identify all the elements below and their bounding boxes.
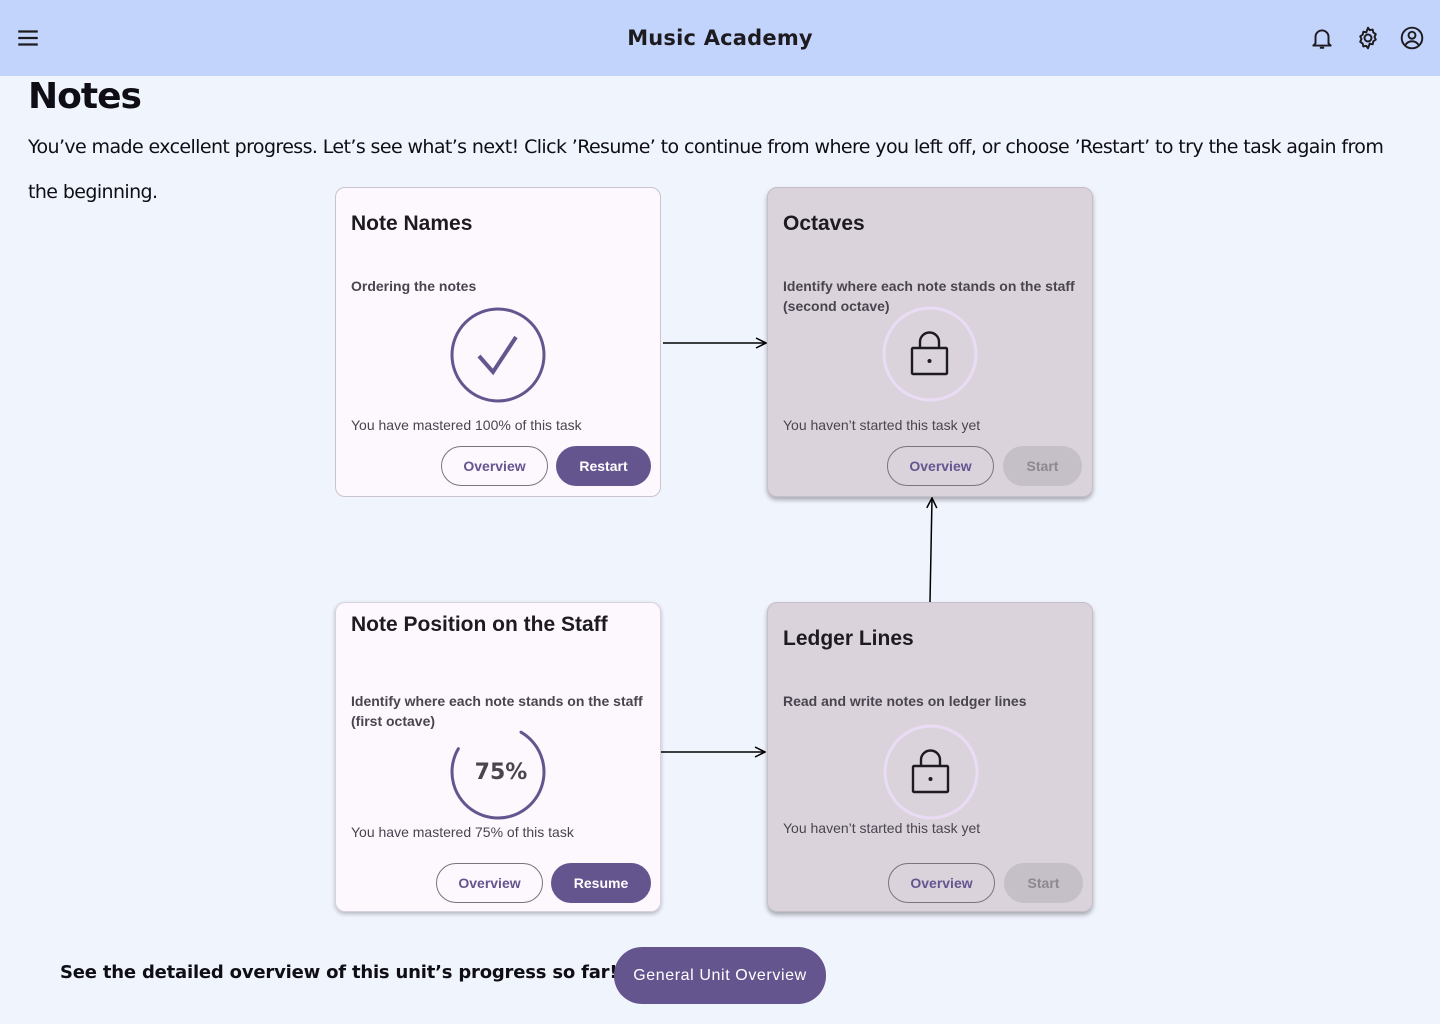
progress-percent: 75%	[474, 759, 528, 785]
menu-icon	[18, 30, 38, 46]
locked-ring	[883, 724, 981, 822]
locked-ring	[882, 306, 980, 404]
card-status: You haven’t started this task yet	[783, 417, 981, 433]
top-app-bar: Music Academy	[0, 0, 1440, 76]
restart-button[interactable]: Restart	[556, 446, 651, 486]
app-title: Music Academy	[627, 26, 813, 50]
card-title: Ledger Lines	[783, 627, 914, 650]
start-button-disabled[interactable]: Start	[1004, 863, 1083, 903]
overview-button[interactable]: Overview	[441, 446, 548, 486]
task-card-octaves: Octaves Identify where each note stands …	[767, 187, 1093, 497]
card-title: Note Position on the Staff	[351, 613, 608, 636]
menu-button[interactable]	[12, 22, 44, 54]
card-title: Octaves	[783, 212, 865, 235]
task-card-note-position: Note Position on the Staff Identify wher…	[335, 602, 661, 912]
resume-button[interactable]: Resume	[551, 863, 651, 903]
lock-icon	[910, 331, 949, 376]
partial-progress-ring: 75%	[449, 723, 547, 821]
completed-progress-ring	[449, 306, 547, 404]
lock-icon	[911, 749, 950, 794]
overview-button[interactable]: Overview	[888, 863, 995, 903]
card-status: You have mastered 100% of this task	[351, 417, 582, 433]
task-card-note-names: Note Names Ordering the notes You have m…	[335, 187, 661, 497]
card-status: You haven’t started this task yet	[783, 820, 981, 836]
account-circle-icon	[1400, 26, 1424, 50]
start-button-disabled[interactable]: Start	[1003, 446, 1082, 486]
card-status: You have mastered 75% of this task	[351, 824, 574, 840]
card-title: Note Names	[351, 212, 473, 235]
account-button[interactable]	[1396, 22, 1428, 54]
intro-text: You’ve made excellent progress. Let’s se…	[28, 136, 1384, 203]
overview-button[interactable]: Overview	[887, 446, 994, 486]
task-card-ledger-lines: Ledger Lines Read and write notes on led…	[767, 602, 1093, 912]
card-subtitle: Read and write notes on ledger lines	[783, 693, 1027, 709]
overview-button[interactable]: Overview	[436, 863, 543, 903]
arrow-ledger-lines-to-octaves	[930, 498, 932, 603]
notifications-button[interactable]	[1306, 22, 1338, 54]
page-title: Notes	[28, 76, 142, 117]
bell-icon	[1312, 29, 1332, 49]
footer-prompt: See the detailed overview of this unit’s…	[60, 962, 618, 983]
card-subtitle: Ordering the notes	[351, 278, 477, 294]
settings-button[interactable]	[1352, 22, 1384, 54]
checkmark-icon	[477, 335, 518, 376]
general-unit-overview-button[interactable]: General Unit Overview	[614, 947, 826, 1004]
gear-icon	[1359, 26, 1377, 50]
